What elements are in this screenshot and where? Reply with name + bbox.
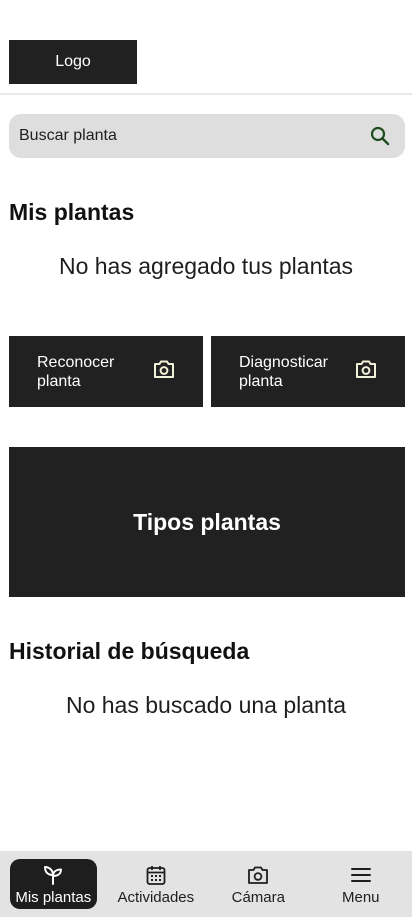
hamburger-menu-icon [350, 863, 372, 887]
nav-my-plants[interactable]: Mis plantas [10, 859, 97, 909]
my-plants-empty-message: No has agregado tus plantas [58, 253, 354, 279]
app-header: Logo [0, 0, 412, 95]
logo-label: Logo [55, 53, 91, 70]
plant-types-card[interactable]: Tipos plantas [9, 447, 405, 597]
bottom-navigation: Mis plantas Actividades Cámara Menu [0, 851, 412, 917]
nav-activities-label: Actividades [117, 888, 195, 906]
diagnose-plant-label: Diagnosticar planta [239, 353, 328, 390]
camera-icon [247, 863, 269, 887]
nav-my-plants-label: Mis plantas [15, 888, 92, 906]
camera-icon [153, 359, 175, 384]
search-history-title: Historial de búsqueda [9, 638, 250, 664]
calendar-icon [145, 863, 167, 887]
search-bar[interactable] [9, 114, 405, 158]
nav-activities[interactable]: Actividades [105, 859, 207, 909]
recognize-plant-button[interactable]: Reconocer planta [9, 336, 203, 407]
sprout-icon [42, 863, 64, 887]
recognize-plant-label: Reconocer planta [37, 353, 115, 390]
search-icon[interactable] [369, 125, 391, 147]
nav-menu[interactable]: Menu [310, 859, 412, 909]
nav-camera[interactable]: Cámara [207, 859, 309, 909]
diagnose-plant-button[interactable]: Diagnosticar planta [211, 336, 405, 407]
nav-menu-label: Menu [342, 888, 380, 906]
logo[interactable]: Logo [9, 40, 137, 84]
camera-icon [355, 359, 377, 384]
search-history-empty-message: No has buscado una planta [65, 692, 347, 718]
my-plants-title: Mis plantas [9, 199, 135, 225]
search-input[interactable] [19, 127, 369, 145]
nav-camera-label: Cámara [231, 888, 285, 906]
plant-types-label: Tipos plantas [133, 508, 281, 535]
